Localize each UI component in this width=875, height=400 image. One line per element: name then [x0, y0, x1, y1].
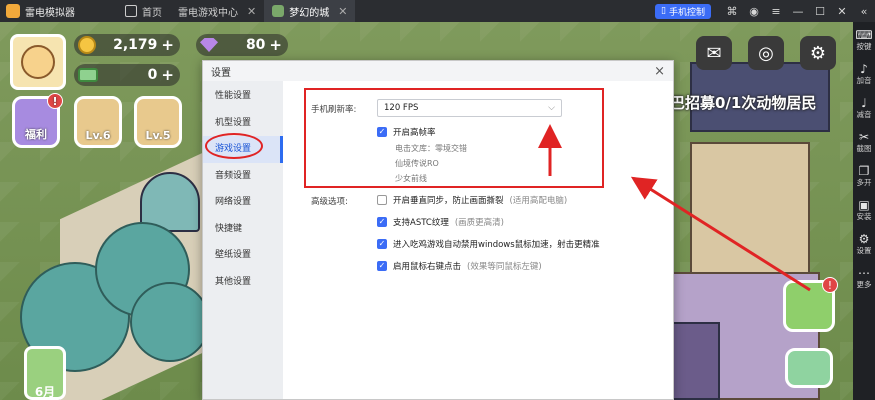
arrow-to-box — [630, 176, 811, 292]
annotation-arrows — [538, 124, 811, 292]
